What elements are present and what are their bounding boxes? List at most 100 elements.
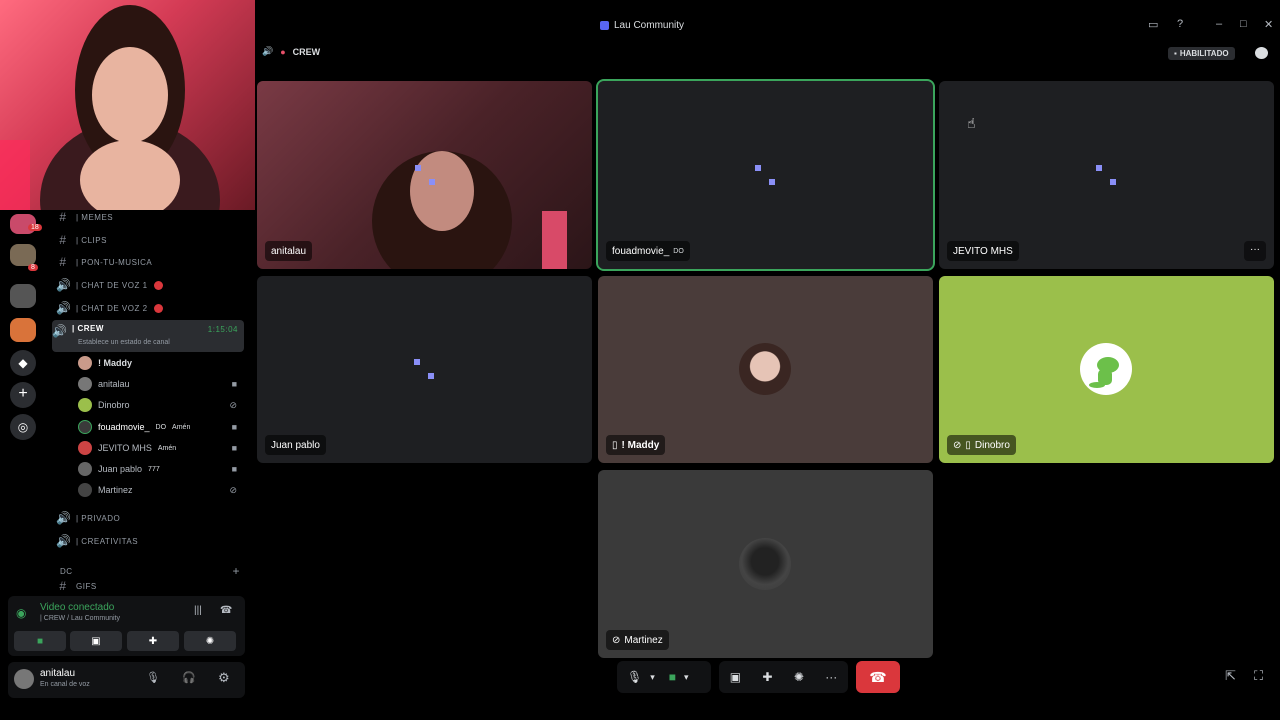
noise-suppression-icon[interactable]: |||	[194, 605, 202, 616]
voice-tile-martinez[interactable]: ⊘ Martinez	[598, 470, 933, 658]
member-name: JEVITO MHS	[98, 443, 152, 453]
channel-label: | PON-TU-MUSICA	[76, 257, 153, 267]
speaker-icon: 🔊	[56, 301, 72, 315]
user-panel: anitalau En canal de voz 🎙 🎧 ⚙	[8, 662, 245, 698]
channel-memes[interactable]: # | MEMES	[56, 207, 246, 227]
settings-gear-icon[interactable]: ⚙	[218, 670, 230, 686]
avatar	[739, 343, 791, 395]
server-icon[interactable]	[10, 244, 36, 266]
maximize-icon[interactable]: □	[1240, 18, 1247, 30]
muted-icon: ⊘	[953, 439, 962, 451]
voice-channel[interactable]: | CREW / Lau Community	[40, 615, 120, 622]
explore-icon[interactable]: ◎	[10, 414, 36, 440]
loading-dot	[755, 165, 761, 171]
chevron-down-icon[interactable]: ▾	[684, 672, 689, 683]
voice-tile-maddy[interactable]: ▯! Maddy	[598, 276, 933, 463]
channel-status[interactable]: Establece un estado de canal	[78, 339, 170, 346]
participant-name: Juan pablo	[271, 439, 320, 451]
soundboard-button[interactable]: ✺	[184, 631, 236, 651]
hang-up-button[interactable]: ☎	[856, 661, 900, 693]
channel-gifs[interactable]: # GIFS	[56, 580, 246, 592]
video-tile-anitalau[interactable]: anitalau	[257, 81, 592, 269]
channel-label: | CHAT DE VOZ 2	[76, 303, 148, 313]
channel-creativitas[interactable]: 🔊 | CREATIVITAS	[56, 531, 246, 551]
member-name: Dinobro	[98, 400, 130, 410]
channel-clips[interactable]: # | CLIPS	[56, 230, 246, 250]
server-icon[interactable]	[10, 284, 36, 308]
microphone-icon[interactable]: 🎙	[146, 671, 160, 684]
member-fouadmovie[interactable]: fouadmovie_ DO Amén ■	[78, 417, 243, 437]
close-icon[interactable]: ✕	[1264, 18, 1273, 31]
badge-icon: ▪	[1174, 49, 1177, 58]
status-badge[interactable]: ▪ HABILITADO	[1168, 47, 1235, 60]
screen-share-icon[interactable]: ▣	[730, 670, 741, 684]
chevron-down-icon[interactable]: ▾	[650, 672, 655, 683]
avatar	[78, 420, 92, 434]
channel-chat-de-voz-2[interactable]: 🔊 | CHAT DE VOZ 2	[56, 298, 246, 318]
member-jevito[interactable]: JEVITO MHS Amén ■	[78, 438, 243, 458]
call-timer: 1:15:04	[207, 325, 238, 334]
avatar	[78, 483, 92, 497]
channel-crew[interactable]: 🔊 | CREW 1:15:04 Establece un estado de …	[52, 320, 244, 352]
popout-icon[interactable]: ⇱	[1225, 668, 1236, 684]
fullscreen-icon[interactable]: ⛶	[1254, 668, 1263, 684]
channel-privado[interactable]: 🔊 | PRIVADO	[56, 508, 246, 528]
hash-icon: #	[59, 255, 67, 269]
video-tile-jevito[interactable]: ☝ JEVITO MHS ···	[939, 81, 1274, 269]
inbox-icon[interactable]: ▭	[1148, 18, 1158, 31]
channel-chat-de-voz-1[interactable]: 🔊 | CHAT DE VOZ 1	[56, 275, 246, 295]
headphones-icon[interactable]: 🎧	[182, 671, 196, 684]
camera-icon[interactable]: ■	[669, 670, 676, 684]
activities-icon[interactable]: ✚	[762, 670, 772, 684]
member-dinobro[interactable]: Dinobro ⊘	[78, 395, 243, 415]
add-server-icon[interactable]: +	[10, 382, 36, 408]
discover-icon[interactable]: ◆	[10, 350, 36, 376]
member-maddy[interactable]: ! Maddy	[78, 353, 243, 373]
participant-name: ! Maddy	[621, 439, 660, 451]
avatar	[78, 398, 92, 412]
category-dc[interactable]: DC +	[56, 561, 246, 581]
channel-label: | MEMES	[76, 212, 114, 222]
chat-icon[interactable]	[1255, 47, 1268, 59]
channel-pon-tu-musica[interactable]: # | PON-TU-MUSICA	[56, 252, 246, 272]
avatar[interactable]	[14, 669, 34, 689]
voice-status: Video conectado	[40, 602, 115, 613]
microphone-icon[interactable]: 🎙	[627, 670, 642, 684]
video-icon: ■	[231, 464, 237, 474]
muted-icon: ⊘	[229, 399, 237, 410]
member-anitalau[interactable]: anitalau ■	[78, 374, 243, 394]
member-juan-pablo[interactable]: Juan pablo 777 ■	[78, 459, 243, 479]
avatar	[78, 441, 92, 455]
member-tag: 777	[148, 465, 160, 473]
participant-label: ▯! Maddy	[606, 435, 666, 455]
soundboard-icon[interactable]: ✺	[794, 670, 804, 684]
member-martinez[interactable]: Martinez ⊘	[78, 480, 243, 500]
participant-label: JEVITO MHS	[947, 241, 1019, 261]
video-tile-fouadmovie[interactable]: fouadmovie_ DO	[596, 79, 935, 271]
participant-label: ⊘ ▯ Dinobro	[947, 435, 1016, 455]
loading-dot	[428, 373, 434, 379]
minimize-icon[interactable]: –	[1216, 18, 1222, 30]
participant-label: Juan pablo	[265, 435, 326, 455]
status-badge-label: HABILITADO	[1179, 49, 1229, 58]
avatar	[78, 462, 92, 476]
participant-label: anitalau	[265, 241, 313, 261]
screen-share-button[interactable]: ▣	[70, 631, 122, 651]
channel-label: | CREATIVITAS	[76, 536, 139, 546]
hash-icon: #	[59, 233, 67, 247]
server-icon[interactable]	[10, 318, 36, 342]
add-channel-icon[interactable]: +	[232, 564, 240, 578]
participant-label: ⊘ Martinez	[606, 630, 669, 650]
camera-button[interactable]: ■	[14, 631, 66, 651]
help-icon[interactable]: ?	[1177, 18, 1183, 30]
more-options-button[interactable]: ···	[1244, 241, 1266, 261]
call-actions-group: ▣ ✚ ✺ ···	[719, 661, 848, 693]
title-bar: Lau Community	[255, 0, 1280, 52]
participant-name: JEVITO MHS	[953, 245, 1013, 257]
voice-tile-dinobro[interactable]: ⊘ ▯ Dinobro	[939, 276, 1274, 463]
video-tile-juan-pablo[interactable]: Juan pablo	[257, 276, 592, 463]
loading-dot	[769, 179, 775, 185]
disconnect-icon[interactable]: ☎	[220, 605, 232, 616]
activities-button[interactable]: ✚	[127, 631, 179, 651]
more-icon[interactable]: ···	[825, 670, 837, 684]
